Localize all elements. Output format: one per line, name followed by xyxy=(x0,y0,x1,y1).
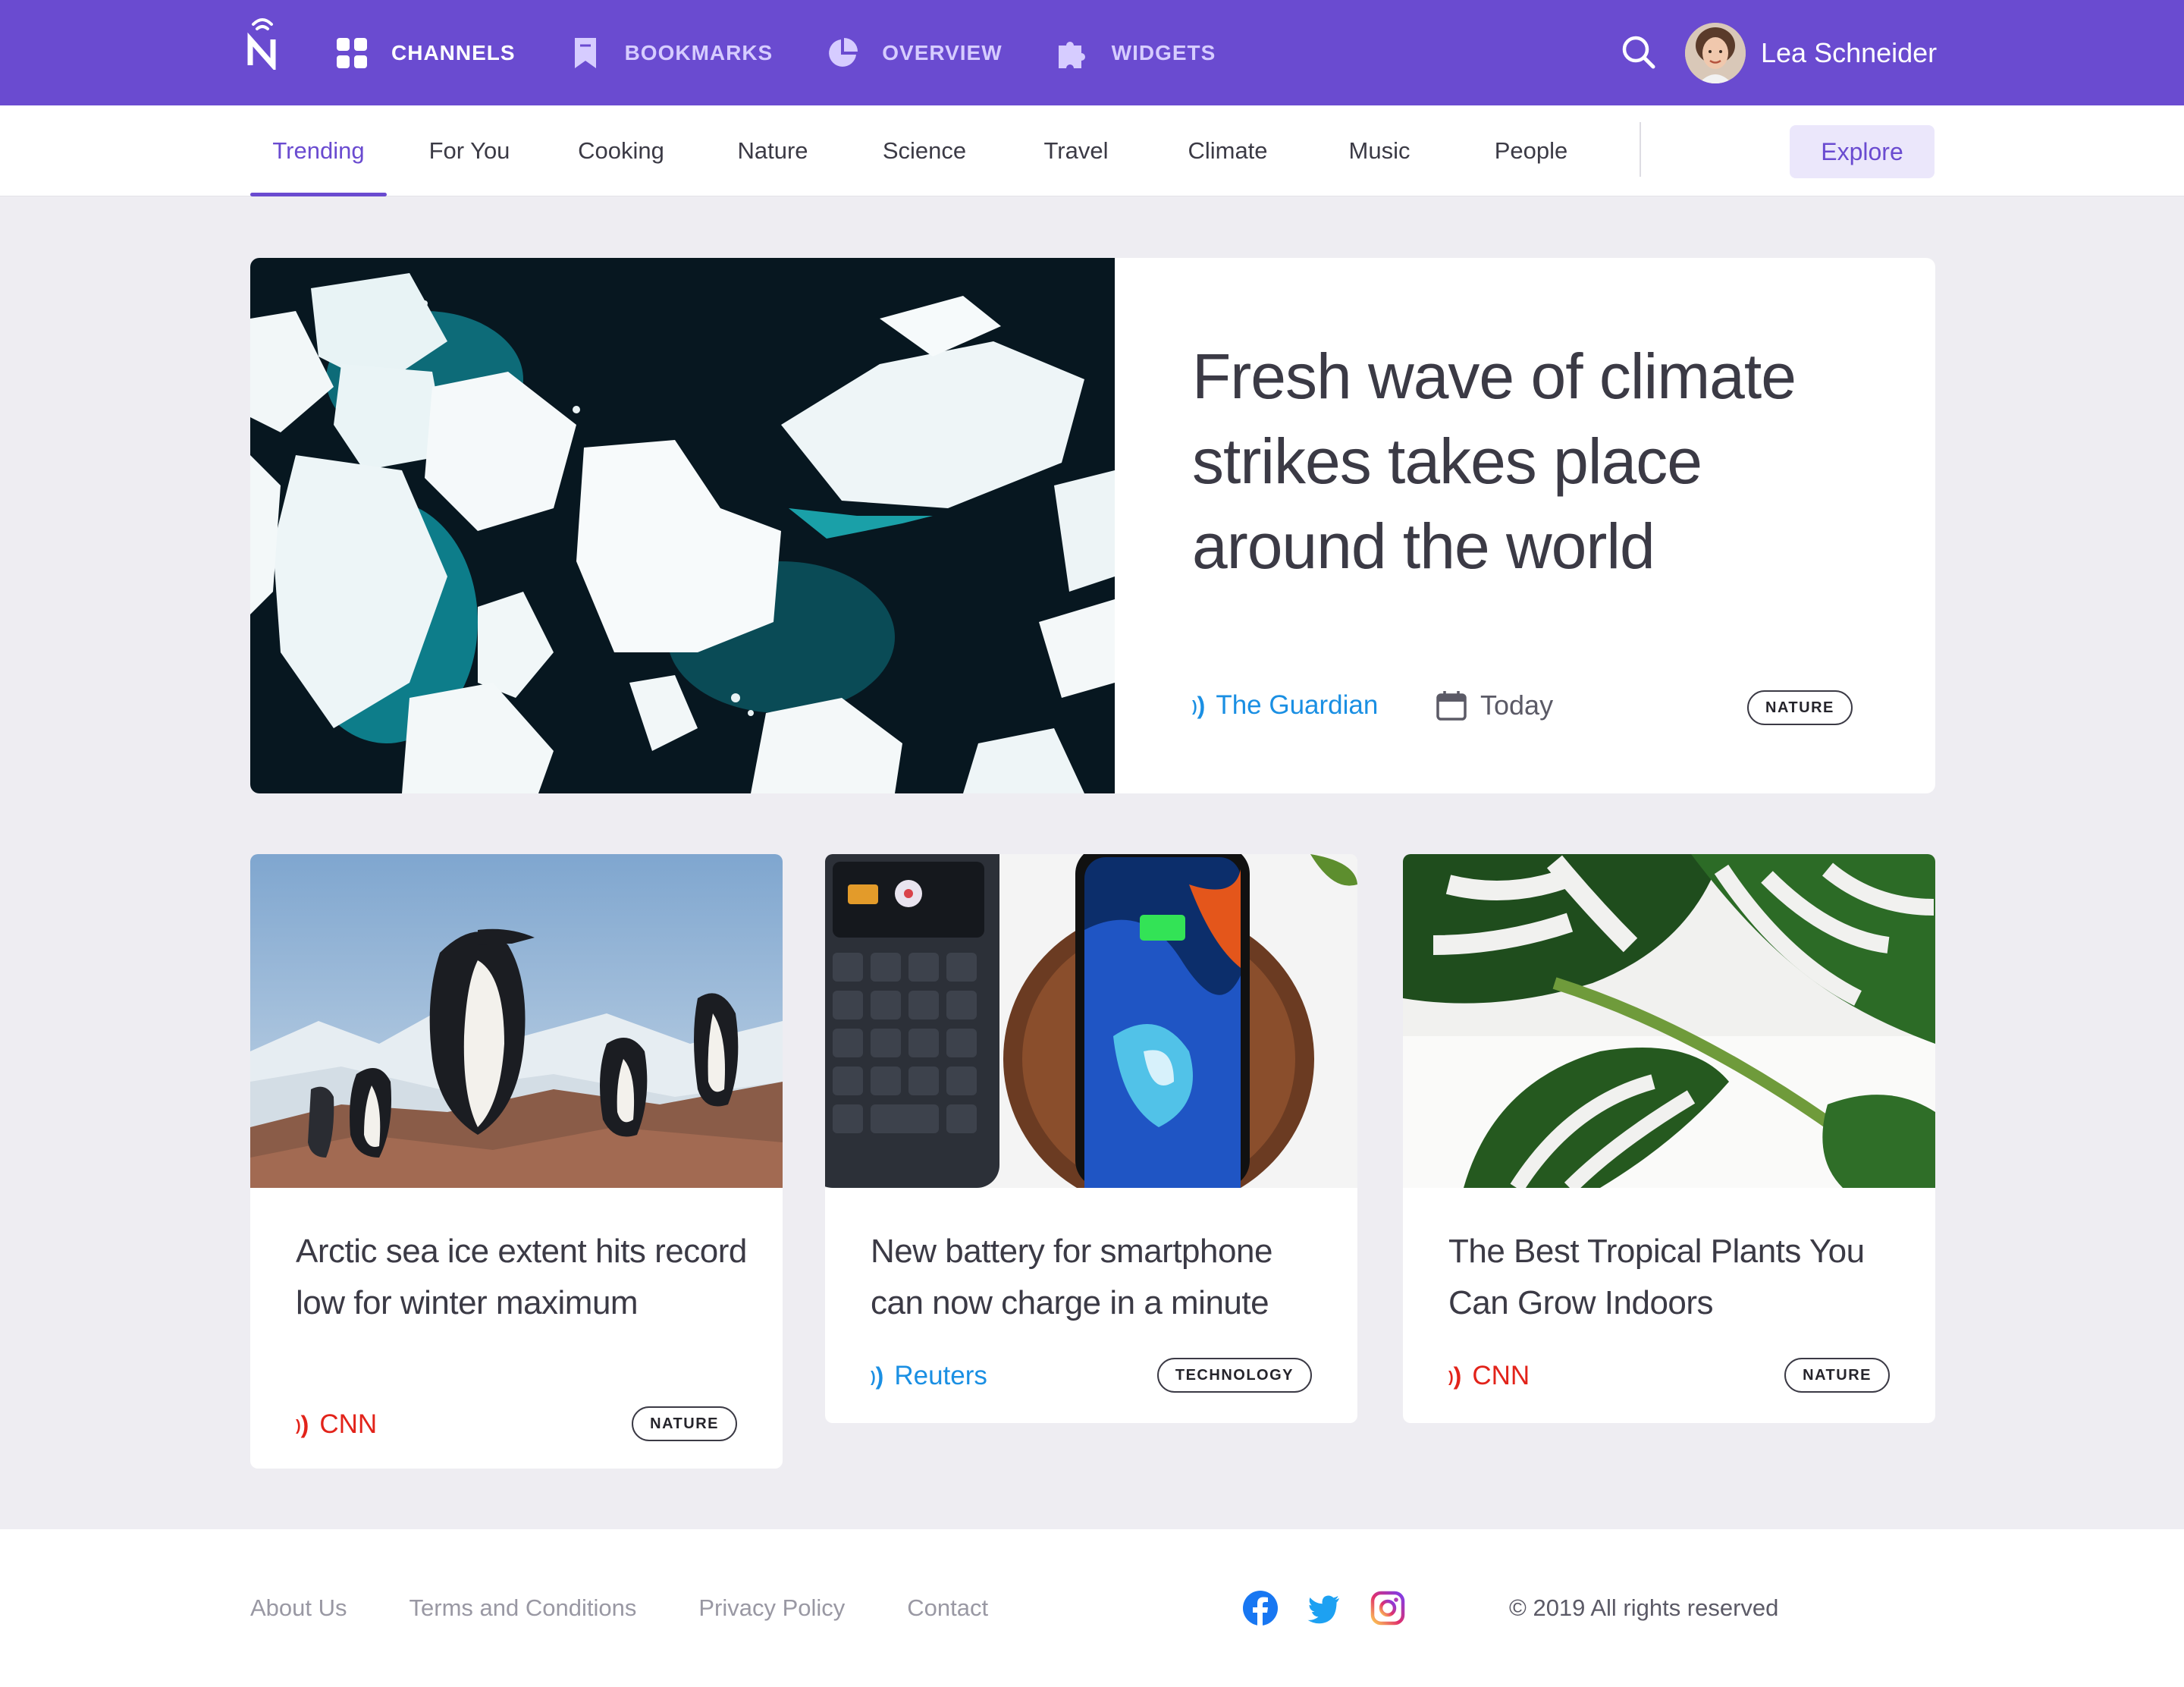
signal-icon: )) xyxy=(296,1410,309,1438)
instagram-icon[interactable] xyxy=(1370,1590,1406,1626)
penguins-image xyxy=(250,854,783,1188)
tag-badge[interactable]: NATURE xyxy=(1784,1358,1890,1393)
tag-badge[interactable]: NATURE xyxy=(1747,690,1853,725)
footer-link-about[interactable]: About Us xyxy=(250,1594,347,1622)
card-headline[interactable]: Arctic sea ice extent hits record low fo… xyxy=(296,1226,751,1329)
tag-badge[interactable]: NATURE xyxy=(632,1406,737,1441)
source-link[interactable]: )) CNN xyxy=(1448,1361,1530,1391)
footer-link-terms[interactable]: Terms and Conditions xyxy=(410,1594,637,1622)
avatar[interactable] xyxy=(1685,23,1746,83)
footer-link-privacy[interactable]: Privacy Policy xyxy=(698,1594,845,1622)
article-card[interactable]: Arctic sea ice extent hits record low fo… xyxy=(250,854,783,1469)
featured-article[interactable]: Fresh wave of climate strikes takes plac… xyxy=(250,258,1935,793)
nav-label: CHANNELS xyxy=(391,41,516,64)
nav-bookmarks[interactable]: BOOKMARKS xyxy=(569,36,774,70)
divider xyxy=(1640,122,1641,177)
monstera-plant-image xyxy=(1403,854,1935,1188)
tab-for-you[interactable]: For You xyxy=(387,105,552,196)
card-meta: )) CNN NATURE xyxy=(296,1406,737,1444)
top-bar: CHANNELS BOOKMARKS OVERVIEW WIDGETS Lea … xyxy=(0,0,2184,105)
date-text: Today xyxy=(1480,690,1554,721)
nav-label: WIDGETS xyxy=(1111,41,1216,64)
category-bar: Trending For You Cooking Nature Science … xyxy=(0,105,2184,196)
tab-people[interactable]: People xyxy=(1462,105,1600,196)
source-link[interactable]: )) CNN xyxy=(296,1409,377,1440)
footer-links: About Us Terms and Conditions Privacy Po… xyxy=(250,1594,1050,1622)
nav-label: OVERVIEW xyxy=(882,41,1003,64)
footer: About Us Terms and Conditions Privacy Po… xyxy=(0,1529,2184,1687)
article-card[interactable]: New battery for smartphone can now charg… xyxy=(825,854,1357,1423)
tab-trending[interactable]: Trending xyxy=(250,105,387,196)
phone-charger-image xyxy=(825,854,1357,1188)
calendar-icon xyxy=(1436,691,1467,721)
source-name: CNN xyxy=(1472,1361,1530,1390)
hero-headline[interactable]: Fresh wave of climate strikes takes plac… xyxy=(1192,334,1875,589)
puzzle-icon xyxy=(1056,36,1089,70)
tab-travel[interactable]: Travel xyxy=(993,105,1159,196)
hero-meta: )) The Guardian Today NATURE xyxy=(1192,680,1875,733)
publish-date: Today xyxy=(1435,689,1553,722)
tab-cooking[interactable]: Cooking xyxy=(552,105,690,196)
source-link[interactable]: )) Reuters xyxy=(871,1361,987,1391)
source-link[interactable]: )) The Guardian xyxy=(1192,690,1378,721)
nav-channels[interactable]: CHANNELS xyxy=(335,36,516,70)
explore-button[interactable]: Explore xyxy=(1790,125,1935,178)
card-headline[interactable]: New battery for smartphone can now charg… xyxy=(871,1226,1326,1329)
nav-overview[interactable]: OVERVIEW xyxy=(826,36,1002,70)
facebook-icon[interactable] xyxy=(1242,1590,1279,1626)
source-name: Reuters xyxy=(894,1361,987,1390)
search-icon[interactable] xyxy=(1620,33,1656,70)
tab-nature[interactable]: Nature xyxy=(690,105,855,196)
card-headline[interactable]: The Best Tropical Plants You Can Grow In… xyxy=(1448,1226,1903,1329)
social-links xyxy=(1242,1590,1433,1626)
main-nav: CHANNELS BOOKMARKS OVERVIEW WIDGETS xyxy=(335,32,1269,74)
bookmark-icon xyxy=(569,36,602,70)
source-name: The Guardian xyxy=(1216,690,1379,720)
tab-music[interactable]: Music xyxy=(1297,105,1462,196)
user-name[interactable]: Lea Schneider xyxy=(1761,38,1937,68)
article-card[interactable]: The Best Tropical Plants You Can Grow In… xyxy=(1403,854,1935,1423)
footer-link-contact[interactable]: Contact xyxy=(907,1594,988,1622)
nav-label: BOOKMARKS xyxy=(624,41,774,64)
logo-icon[interactable] xyxy=(246,12,279,70)
card-meta: )) Reuters TECHNOLOGY xyxy=(871,1358,1312,1396)
hero-image xyxy=(250,258,1115,793)
signal-icon: )) xyxy=(1448,1362,1462,1390)
signal-icon: )) xyxy=(871,1362,884,1390)
nav-widgets[interactable]: WIDGETS xyxy=(1056,36,1216,70)
grid-icon xyxy=(335,36,369,70)
tab-climate[interactable]: Climate xyxy=(1159,105,1297,196)
signal-icon: )) xyxy=(1192,691,1206,719)
tab-science[interactable]: Science xyxy=(855,105,993,196)
source-name: CNN xyxy=(319,1409,378,1439)
copyright: © 2019 All rights reserved xyxy=(1509,1594,1779,1621)
category-tabs: Trending For You Cooking Nature Science … xyxy=(250,105,1600,196)
card-meta: )) CNN NATURE xyxy=(1448,1358,1890,1396)
pie-chart-icon xyxy=(826,36,859,70)
tag-badge[interactable]: TECHNOLOGY xyxy=(1156,1358,1312,1393)
twitter-icon[interactable] xyxy=(1306,1590,1342,1626)
